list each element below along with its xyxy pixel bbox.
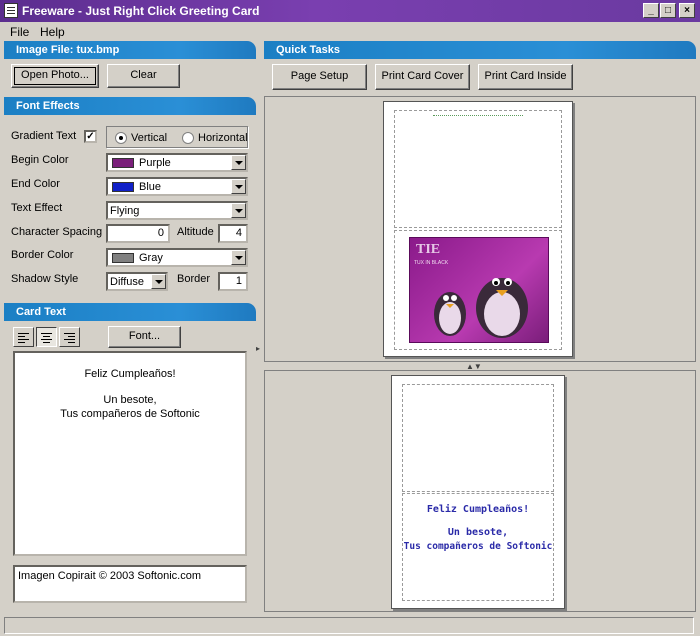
vertical-radio[interactable]: [115, 132, 127, 144]
inside-top-region: [402, 384, 554, 492]
begin-color-value: Purple: [139, 157, 171, 169]
align-center-button[interactable]: [36, 327, 57, 347]
print-card-cover-button[interactable]: Print Card Cover: [375, 64, 470, 90]
border-input[interactable]: 1: [218, 272, 248, 291]
align-left-button[interactable]: [13, 327, 34, 347]
print-card-inside-button[interactable]: Print Card Inside: [478, 64, 573, 90]
vertical-label: Vertical: [131, 132, 168, 144]
character-spacing-label: Character Spacing: [11, 226, 103, 238]
text-effect-label: Text Effect: [11, 202, 63, 214]
text-effect-select[interactable]: Flying: [106, 201, 248, 220]
menu-help[interactable]: Help: [40, 25, 65, 39]
character-spacing-input[interactable]: 0: [106, 224, 170, 243]
shadow-style-select[interactable]: Diffuse: [106, 272, 168, 291]
card-text-editor[interactable]: Feliz Cumpleaños! Un besote, Tus compañe…: [13, 351, 247, 556]
inside-line-2: Un besote,: [447, 527, 509, 538]
border-color-select[interactable]: Gray: [106, 248, 248, 267]
penguins-illustration: [434, 278, 528, 338]
inside-line-3: Tus compañeros de Softonic: [403, 541, 553, 552]
tiny-text-line: [433, 115, 523, 118]
border-label: Border: [177, 273, 211, 285]
inside-page: Feliz Cumpleaños! Un besote, Tus compañe…: [391, 375, 565, 609]
copyright-field[interactable]: Imagen Copirait © 2003 Softonic.com: [13, 565, 247, 603]
tux-image: TIE TUX IN BLACK: [409, 237, 549, 343]
clear-button[interactable]: Clear: [107, 64, 180, 88]
inside-message-region: Feliz Cumpleaños! Un besote, Tus compañe…: [402, 493, 554, 601]
end-color-value: Blue: [139, 181, 162, 193]
window-title: Freeware - Just Right Click Greeting Car…: [22, 4, 260, 18]
shadow-style-label: Shadow Style: [11, 273, 79, 285]
font-button[interactable]: Font...: [108, 326, 181, 348]
maximize-button[interactable]: □: [660, 3, 676, 18]
open-photo-button[interactable]: Open Photo...: [11, 64, 99, 88]
inside-line-1: Feliz Cumpleaños!: [426, 504, 530, 515]
close-button[interactable]: ×: [679, 3, 695, 18]
quick-tasks-header: Quick Tasks: [264, 41, 696, 59]
inside-preview-area: Feliz Cumpleaños! Un besote, Tus compañe…: [264, 370, 696, 612]
cover-page: TIE TUX IN BLACK: [383, 101, 573, 357]
end-color-select[interactable]: Blue: [106, 177, 248, 196]
page-setup-button[interactable]: Page Setup: [272, 64, 367, 90]
align-right-button[interactable]: [59, 327, 80, 347]
gradient-text-checkbox[interactable]: ✓: [84, 130, 97, 143]
menu-file[interactable]: File: [10, 25, 29, 39]
blue-swatch: [112, 182, 134, 192]
copyright-text: Imagen Copirait © 2003 Softonic.com: [18, 570, 201, 582]
card-text-line-1: Feliz Cumpleaños!: [84, 368, 176, 380]
cover-front-region: TIE TUX IN BLACK: [394, 230, 562, 350]
title-bar: Freeware - Just Right Click Greeting Car…: [0, 0, 700, 22]
status-pane: [4, 617, 694, 634]
gray-swatch: [112, 253, 134, 263]
horizontal-label: Horizontal: [198, 132, 248, 144]
begin-color-select[interactable]: Purple: [106, 153, 248, 172]
font-effects-header: Font Effects: [4, 97, 256, 115]
minimize-button[interactable]: _: [643, 3, 659, 18]
chevron-down-icon[interactable]: [231, 203, 246, 218]
gradient-text-label: Gradient Text: [11, 130, 77, 142]
end-color-label: End Color: [11, 178, 60, 190]
horizontal-radio[interactable]: [182, 132, 194, 144]
begin-color-label: Begin Color: [11, 154, 69, 166]
chevron-down-icon[interactable]: [231, 179, 246, 194]
altitude-input[interactable]: 4: [218, 224, 248, 243]
card-text-line-3: Tus compañeros de Softonic: [60, 408, 200, 420]
card-text-header: Card Text: [4, 303, 256, 321]
image-file-header: Image File: tux.bmp: [4, 41, 256, 59]
cover-preview-area: TIE TUX IN BLACK: [264, 96, 696, 362]
splitter-handle[interactable]: ▸: [256, 344, 262, 356]
altitude-label: Altitude: [177, 226, 214, 238]
cover-back-region: [394, 110, 562, 228]
menu-bar: File Help: [0, 22, 700, 40]
card-text-line-2: Un besote,: [103, 394, 157, 406]
shadow-style-value: Diffuse: [110, 276, 145, 288]
app-icon: [4, 3, 18, 18]
purple-swatch: [112, 158, 134, 168]
text-effect-value: Flying: [110, 205, 140, 217]
chevron-down-icon[interactable]: [151, 274, 166, 289]
border-color-label: Border Color: [11, 249, 74, 261]
status-bar: [0, 614, 700, 636]
chevron-down-icon[interactable]: [231, 250, 246, 265]
border-color-value: Gray: [139, 252, 163, 264]
chevron-down-icon[interactable]: [231, 155, 246, 170]
